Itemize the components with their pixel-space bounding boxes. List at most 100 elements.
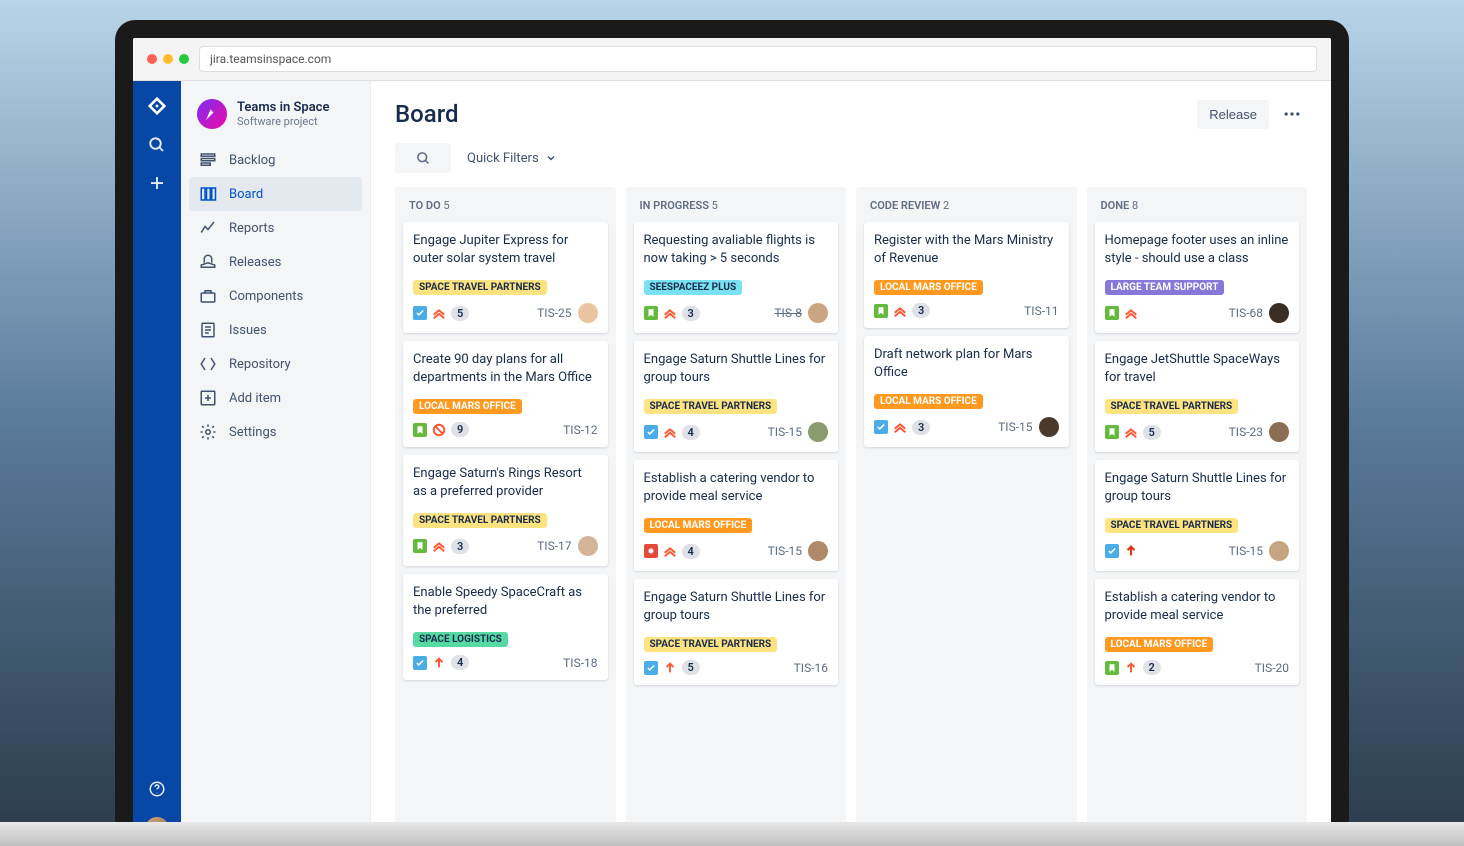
issue-card[interactable]: Establish a catering vendor to provide m… — [1095, 579, 1300, 685]
assignee-avatar — [1269, 422, 1289, 442]
epic-badge: LOCAL MARS OFFICE — [1105, 637, 1214, 652]
card-title: Engage Jupiter Express for outer solar s… — [413, 232, 598, 267]
sidebar-item-backlog[interactable]: Backlog — [189, 143, 362, 177]
board-search[interactable] — [395, 143, 451, 173]
assignee-avatar — [808, 303, 828, 323]
issue-card[interactable]: Engage Saturn's Rings Resort as a prefer… — [403, 455, 608, 566]
story-points: 3 — [451, 539, 469, 554]
page-title: Board — [395, 100, 459, 128]
issue-card[interactable]: Homepage footer uses an inline style - s… — [1095, 222, 1300, 333]
sidebar-item-components[interactable]: Components — [189, 279, 362, 313]
sidebar-item-releases[interactable]: Releases — [189, 245, 362, 279]
issue-card[interactable]: Engage Saturn Shuttle Lines for group to… — [1095, 460, 1300, 571]
global-nav — [133, 81, 181, 846]
issue-card[interactable]: Draft network plan for Mars Office LOCAL… — [864, 336, 1069, 447]
assignee-avatar — [578, 303, 598, 323]
sidebar-item-label: Issues — [229, 323, 267, 338]
sidebar-item-repository[interactable]: Repository — [189, 347, 362, 381]
window-minimize[interactable] — [163, 54, 173, 64]
issue-card[interactable]: Requesting avaliable flights is now taki… — [634, 222, 839, 333]
sidebar-item-label: Repository — [229, 357, 291, 372]
quick-filters-label: Quick Filters — [467, 151, 539, 166]
url-bar[interactable]: jira.teamsinspace.com — [199, 46, 1317, 72]
board-column: CODE REVIEW 2 Register with the Mars Min… — [856, 187, 1077, 825]
sidebar-item-add[interactable]: Add item — [189, 381, 362, 415]
issue-key: TIS-18 — [563, 656, 597, 670]
release-button[interactable]: Release — [1197, 100, 1269, 129]
issue-card[interactable]: Engage Saturn Shuttle Lines for group to… — [634, 579, 839, 685]
issue-card[interactable]: Enable Speedy SpaceCraft as the preferre… — [403, 574, 608, 680]
issue-type-icon — [644, 425, 658, 439]
issue-key: TIS-23 — [1229, 425, 1263, 439]
help-icon[interactable] — [147, 779, 167, 799]
board-column: DONE 8 Homepage footer uses an inline st… — [1087, 187, 1308, 825]
issue-card[interactable]: Register with the Mars Ministry of Reven… — [864, 222, 1069, 328]
quick-filters-dropdown[interactable]: Quick Filters — [467, 151, 557, 166]
issue-key: TIS-12 — [563, 423, 597, 437]
reports-icon — [199, 219, 217, 237]
sidebar-item-reports[interactable]: Reports — [189, 211, 362, 245]
priority-icon — [663, 544, 677, 558]
issue-card[interactable]: Engage JetShuttle SpaceWays for travel S… — [1095, 341, 1300, 452]
jira-logo-icon[interactable] — [146, 95, 168, 117]
issue-card[interactable]: Create 90 day plans for all departments … — [403, 341, 608, 447]
priority-icon — [432, 656, 446, 670]
search-icon[interactable] — [147, 135, 167, 155]
priority-icon — [663, 306, 677, 320]
issue-card[interactable]: Engage Saturn Shuttle Lines for group to… — [634, 341, 839, 452]
epic-badge: LARGE TEAM SUPPORT — [1105, 280, 1225, 295]
card-title: Draft network plan for Mars Office — [874, 346, 1059, 381]
sidebar-item-settings[interactable]: Settings — [189, 415, 362, 449]
browser-chrome: jira.teamsinspace.com — [133, 38, 1331, 81]
sidebar-item-issues[interactable]: Issues — [189, 313, 362, 347]
issue-type-icon — [413, 656, 427, 670]
window-maximize[interactable] — [179, 54, 189, 64]
issue-type-icon — [1105, 544, 1119, 558]
epic-badge: SPACE TRAVEL PARTNERS — [413, 280, 547, 295]
sidebar-item-board[interactable]: Board — [189, 177, 362, 211]
story-points: 4 — [451, 655, 469, 670]
window-close[interactable] — [147, 54, 157, 64]
laptop-base — [0, 822, 1464, 846]
sidebar-item-label: Reports — [229, 221, 274, 236]
card-title: Requesting avaliable flights is now taki… — [644, 232, 829, 267]
issue-key: TIS-11 — [1024, 304, 1058, 318]
priority-icon — [432, 539, 446, 553]
column-header: CODE REVIEW 2 — [864, 195, 1069, 222]
issue-type-icon — [874, 420, 888, 434]
more-button[interactable] — [1277, 99, 1307, 129]
card-title: Establish a catering vendor to provide m… — [644, 470, 829, 505]
sidebar-item-label: Releases — [229, 255, 281, 270]
priority-icon — [663, 425, 677, 439]
story-points: 3 — [912, 303, 930, 318]
issue-key: TIS-15 — [1229, 544, 1263, 558]
priority-icon — [893, 420, 907, 434]
card-title: Establish a catering vendor to provide m… — [1105, 589, 1290, 624]
add-icon — [199, 389, 217, 407]
card-title: Engage Saturn's Rings Resort as a prefer… — [413, 465, 598, 500]
epic-badge: LOCAL MARS OFFICE — [644, 518, 753, 533]
assignee-avatar — [1269, 303, 1289, 323]
project-header[interactable]: Teams in Space Software project — [189, 95, 362, 143]
story-points: 5 — [1143, 425, 1161, 440]
column-header: TO DO 5 — [403, 195, 608, 222]
epic-badge: LOCAL MARS OFFICE — [874, 280, 983, 295]
sidebar-item-label: Backlog — [229, 153, 275, 168]
project-name: Teams in Space — [237, 100, 329, 115]
issue-card[interactable]: Establish a catering vendor to provide m… — [634, 460, 839, 571]
story-points: 4 — [682, 544, 700, 559]
issue-key: TIS-20 — [1255, 661, 1289, 675]
main-content: Board Release Quick Filters TO DO 5 — [371, 81, 1331, 846]
issue-key: TIS-15 — [768, 544, 802, 558]
issue-type-icon — [1105, 425, 1119, 439]
project-sidebar: Teams in Space Software project Backlog B… — [181, 81, 371, 846]
create-icon[interactable] — [147, 173, 167, 193]
epic-badge: LOCAL MARS OFFICE — [413, 399, 522, 414]
issue-type-icon — [413, 306, 427, 320]
priority-icon — [893, 304, 907, 318]
issue-card[interactable]: Engage Jupiter Express for outer solar s… — [403, 222, 608, 333]
chevron-down-icon — [545, 152, 557, 164]
priority-icon — [432, 423, 446, 437]
card-title: Engage JetShuttle SpaceWays for travel — [1105, 351, 1290, 386]
story-points: 3 — [912, 420, 930, 435]
